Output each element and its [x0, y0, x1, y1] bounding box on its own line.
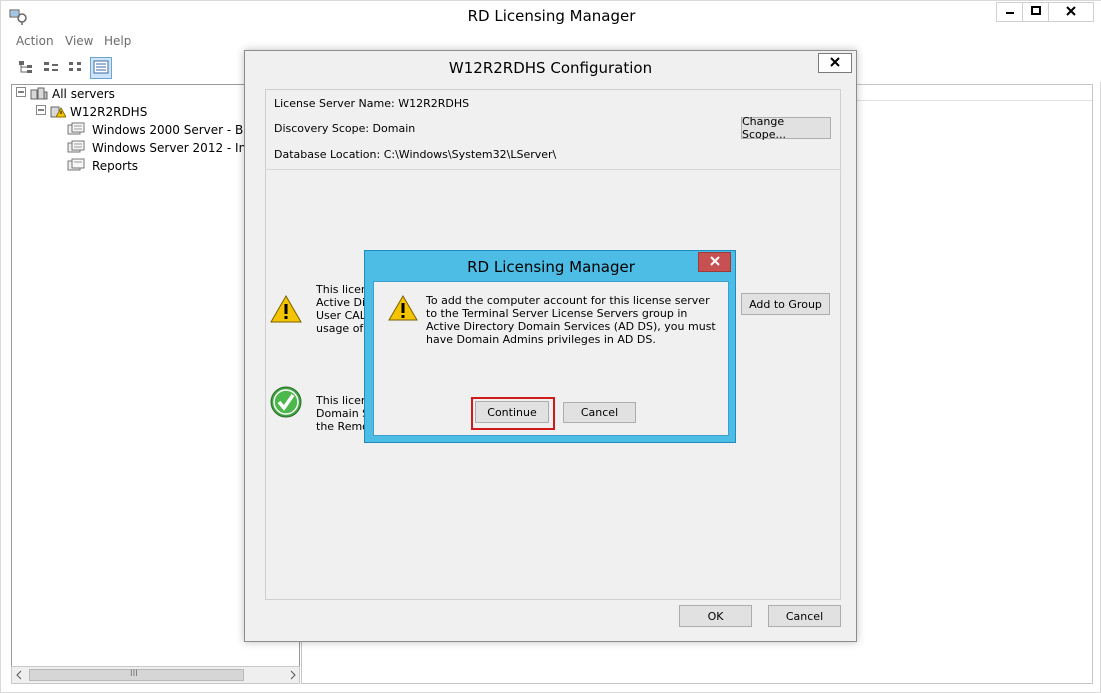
- add-to-group-button[interactable]: Add to Group: [741, 293, 830, 315]
- message-box-title: RD Licensing Manager: [467, 258, 635, 276]
- database-location: Database Location: C:\Windows\System32\L…: [274, 148, 557, 161]
- close-icon: [709, 255, 720, 269]
- collapse-icon[interactable]: [36, 105, 47, 119]
- list-view-icon: [43, 60, 59, 77]
- toolbar-button-small-icons[interactable]: [65, 57, 87, 79]
- license-server-name: License Server Name: W12R2RDHS: [274, 97, 470, 110]
- config-title: W12R2RDHS Configuration: [448, 59, 653, 77]
- small-icons-view-icon: [68, 60, 84, 77]
- continue-button[interactable]: Continue: [475, 401, 549, 423]
- license-pack-icon: [67, 140, 87, 157]
- scroll-right-icon[interactable]: [289, 669, 297, 684]
- toolbar-button-list[interactable]: [40, 57, 62, 79]
- message-cancel-button[interactable]: Cancel: [563, 402, 636, 423]
- main-titlebar: RD Licensing Manager: [1, 1, 1101, 32]
- collapse-icon[interactable]: [16, 87, 27, 101]
- discovery-scope: Discovery Scope: Domain: [274, 122, 416, 135]
- config-titlebar: W12R2RDHS Configuration: [245, 51, 856, 86]
- message-text: To add the computer account for this lic…: [426, 294, 716, 346]
- servers-folder-icon: [30, 86, 48, 103]
- warning-icon: [388, 294, 418, 325]
- tree-label: W12R2RDHS: [70, 105, 148, 119]
- horizontal-scrollbar[interactable]: III: [11, 666, 300, 684]
- toolbar-button-tree[interactable]: [15, 57, 37, 79]
- maximize-icon: [1030, 5, 1041, 19]
- scrollbar-grip: III: [130, 669, 138, 679]
- confirmation-message-box: RD Licensing Manager To add the computer…: [364, 250, 736, 443]
- menu-action[interactable]: Action: [16, 34, 54, 48]
- close-button[interactable]: [1048, 2, 1094, 22]
- change-scope-button[interactable]: Change Scope...: [741, 115, 831, 141]
- menu-bar: Action View Help: [1, 32, 1101, 52]
- divider: [265, 169, 841, 170]
- ok-button[interactable]: OK: [679, 605, 752, 627]
- config-close-button[interactable]: [818, 53, 852, 73]
- config-cancel-button[interactable]: Cancel: [768, 605, 841, 627]
- close-icon: [830, 56, 840, 70]
- check-mark-icon: [270, 386, 302, 421]
- window-title: RD Licensing Manager: [467, 7, 636, 25]
- toolbar-button-details[interactable]: [90, 57, 112, 79]
- tree-label: All servers: [52, 87, 115, 101]
- menu-help[interactable]: Help: [104, 34, 131, 48]
- server-warning-icon: [50, 104, 67, 121]
- reports-icon: [67, 158, 87, 175]
- minimize-button[interactable]: [996, 2, 1023, 22]
- warning-icon: [270, 294, 302, 327]
- details-view-icon: [93, 60, 109, 77]
- message-box-client: To add the computer account for this lic…: [373, 281, 729, 436]
- status-message-1: This licens Active Dire User CALs usage …: [316, 283, 366, 335]
- menu-view[interactable]: View: [65, 34, 93, 48]
- tree-view-icon: [18, 60, 34, 77]
- scroll-left-icon[interactable]: [15, 669, 23, 684]
- scrollbar-thumb[interactable]: III: [29, 669, 244, 681]
- close-icon: [1066, 5, 1076, 19]
- minimize-icon: [1005, 6, 1015, 19]
- license-pack-icon: [67, 122, 87, 139]
- status-message-2: This licens Domain Se the Remot: [316, 394, 366, 433]
- tree-label: Reports: [92, 159, 139, 173]
- maximize-button[interactable]: [1022, 2, 1049, 22]
- message-box-close-button[interactable]: [698, 252, 731, 272]
